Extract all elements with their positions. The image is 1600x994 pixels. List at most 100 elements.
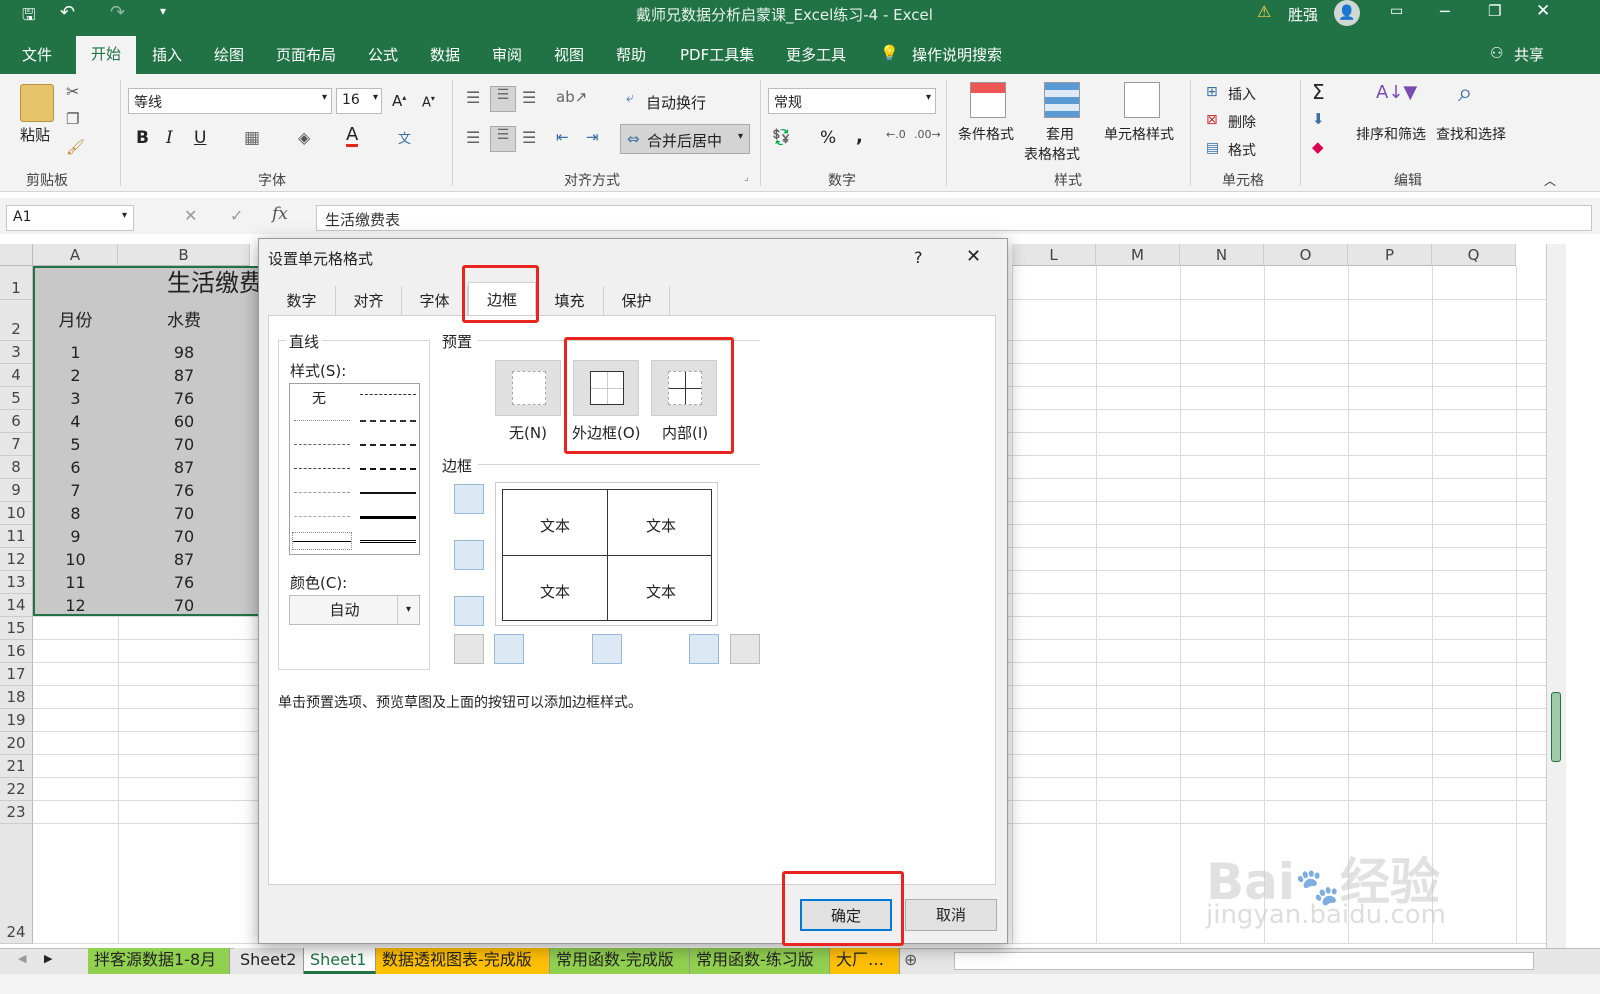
dialog-tab[interactable]: 数字 (268, 286, 336, 316)
user-name[interactable]: 胜强 (1288, 4, 1318, 25)
table-cell-water[interactable]: 87 (118, 458, 250, 477)
line-style-medium-dash-dot-dot[interactable] (360, 394, 416, 395)
row-header-8[interactable]: 8 (0, 456, 33, 479)
row-header-14[interactable]: 14 (0, 594, 33, 617)
line-style-slant-dash[interactable] (360, 420, 416, 422)
autosum-icon[interactable]: Σ (1312, 80, 1325, 104)
minimize-icon[interactable]: ─ (1440, 2, 1450, 21)
menu-draw[interactable]: 绘图 (214, 44, 244, 65)
merge-center-button[interactable]: 合并后居中 ⇔ ▾ (620, 124, 750, 154)
line-style-none[interactable]: 无 (312, 388, 326, 408)
row-header-6[interactable]: 6 (0, 410, 33, 433)
line-style-thick[interactable] (360, 516, 416, 519)
menu-pdf-tools[interactable]: PDF工具集 (680, 44, 754, 65)
table-cell-water[interactable]: 70 (118, 527, 250, 546)
border-middle-h-button[interactable] (454, 540, 484, 570)
line-style-dash-dot[interactable] (294, 468, 350, 469)
alignment-launcher-icon[interactable]: ⌟ (744, 172, 749, 183)
row-header-24[interactable]: 24 (0, 824, 33, 944)
close-window-icon[interactable]: ✕ (1536, 1, 1550, 21)
format-as-table-icon[interactable] (1044, 82, 1080, 118)
font-size-select[interactable]: 16 ▾ (336, 88, 382, 114)
decrease-decimal-icon[interactable]: .00→ (914, 128, 941, 141)
cut-icon[interactable]: ✂ (66, 82, 79, 101)
table-cell-month[interactable]: 12 (33, 596, 118, 615)
delete-cells-button[interactable]: 删除 (1228, 112, 1256, 132)
menu-home[interactable]: 开始 (76, 36, 136, 74)
row-header-11[interactable]: 11 (0, 525, 33, 548)
row-header-13[interactable]: 13 (0, 571, 33, 594)
table-cell-month[interactable]: 8 (33, 504, 118, 523)
table-title-cell[interactable]: 生活缴费 (33, 266, 263, 300)
color-select[interactable]: 自动 ▾ (289, 595, 420, 625)
row-header-7[interactable]: 7 (0, 433, 33, 456)
align-bottom-icon[interactable]: ☰ (522, 88, 536, 107)
format-as-table-line2[interactable]: 表格格式 (1024, 144, 1080, 164)
row-header-16[interactable]: 16 (0, 640, 33, 663)
formula-input[interactable]: 生活缴费表 (316, 205, 1592, 231)
row-header-2[interactable]: 2 (0, 300, 33, 341)
sheet-tab[interactable]: 数据透视图表-完成版 (376, 948, 550, 974)
preset-none-button[interactable] (495, 360, 561, 416)
row-header-17[interactable]: 17 (0, 663, 33, 686)
preset-none-label[interactable]: 无(N) (509, 422, 547, 443)
table-cell-month[interactable]: 1 (33, 343, 118, 362)
line-style-hair[interactable] (294, 420, 350, 421)
add-sheet-icon[interactable]: ⊕ (904, 950, 917, 969)
table-cell-month[interactable]: 6 (33, 458, 118, 477)
line-style-medium-dash[interactable] (360, 468, 416, 470)
font-name-select[interactable]: 等线 ▾ (128, 88, 332, 114)
increase-indent-icon[interactable]: ⇥ (586, 128, 599, 146)
column-header-q[interactable]: Q (1432, 244, 1516, 266)
menu-help[interactable]: 帮助 (616, 44, 646, 65)
sheet-tab[interactable]: 常用函数-练习版 (690, 948, 830, 974)
save-icon[interactable]: 🖫 (22, 4, 36, 31)
share-icon[interactable]: ⚇ (1490, 44, 1503, 62)
column-header-n[interactable]: N (1180, 244, 1264, 266)
border-preview[interactable]: 文本 文本 文本 文本 (495, 482, 718, 626)
dialog-help-button[interactable]: ? (914, 248, 923, 267)
table-cell-water[interactable]: 76 (118, 573, 250, 592)
table-cell-water[interactable]: 87 (118, 550, 250, 569)
row-header-18[interactable]: 18 (0, 686, 33, 709)
clear-icon[interactable]: ◆ (1312, 138, 1324, 156)
line-style-dash-dot-dot[interactable] (294, 492, 350, 493)
warning-icon[interactable]: ⚠ (1257, 2, 1271, 21)
number-format-select[interactable]: 常规 ▾ (768, 88, 936, 114)
fill-color-icon[interactable]: ◈ (298, 128, 310, 147)
dialog-tab[interactable]: 对齐 (336, 286, 402, 316)
sheet-tab[interactable]: Sheet2 (234, 948, 304, 974)
redo-icon[interactable]: ↷ (110, 2, 125, 23)
menu-file[interactable]: 文件 (22, 44, 52, 65)
conditional-format-icon[interactable] (970, 82, 1006, 118)
restore-icon[interactable]: ❐ (1488, 2, 1501, 20)
format-cells-button[interactable]: 格式 (1228, 140, 1256, 160)
table-cell-month[interactable]: 2 (33, 366, 118, 385)
border-diag-up-button[interactable] (454, 634, 484, 664)
table-cell-month[interactable]: 4 (33, 412, 118, 431)
row-header-22[interactable]: 22 (0, 778, 33, 801)
column-header-o[interactable]: O (1264, 244, 1348, 266)
underline-button[interactable]: U (194, 128, 206, 148)
percent-button[interactable]: % (820, 128, 836, 148)
cell-styles-button[interactable]: 单元格样式 (1104, 124, 1174, 144)
border-right-button[interactable] (689, 634, 719, 664)
menu-page-layout[interactable]: 页面布局 (276, 44, 336, 65)
menu-share[interactable]: 共享 (1514, 44, 1544, 65)
line-style-medium-dash-dot[interactable] (360, 444, 416, 446)
border-left-button[interactable] (494, 634, 524, 664)
conditional-format-button[interactable]: 条件格式 (958, 124, 1014, 144)
format-painter-icon[interactable]: 🖌 (66, 138, 85, 156)
table-cell-month[interactable]: 10 (33, 550, 118, 569)
table-cell-month[interactable]: 9 (33, 527, 118, 546)
accounting-format-icon[interactable]: 💱 (772, 128, 791, 146)
menu-review[interactable]: 审阅 (492, 44, 522, 65)
avatar[interactable]: 👤 (1334, 0, 1360, 26)
row-header-4[interactable]: 4 (0, 364, 33, 387)
find-select-icon[interactable]: ⌕ (1458, 78, 1473, 109)
header-month[interactable]: 月份 (33, 306, 118, 331)
find-select-button[interactable]: 查找和选择 (1436, 124, 1506, 144)
decrease-font-icon[interactable]: A▾ (422, 94, 435, 110)
column-header-b[interactable]: B (118, 244, 250, 266)
column-header-a[interactable]: A (33, 244, 118, 266)
